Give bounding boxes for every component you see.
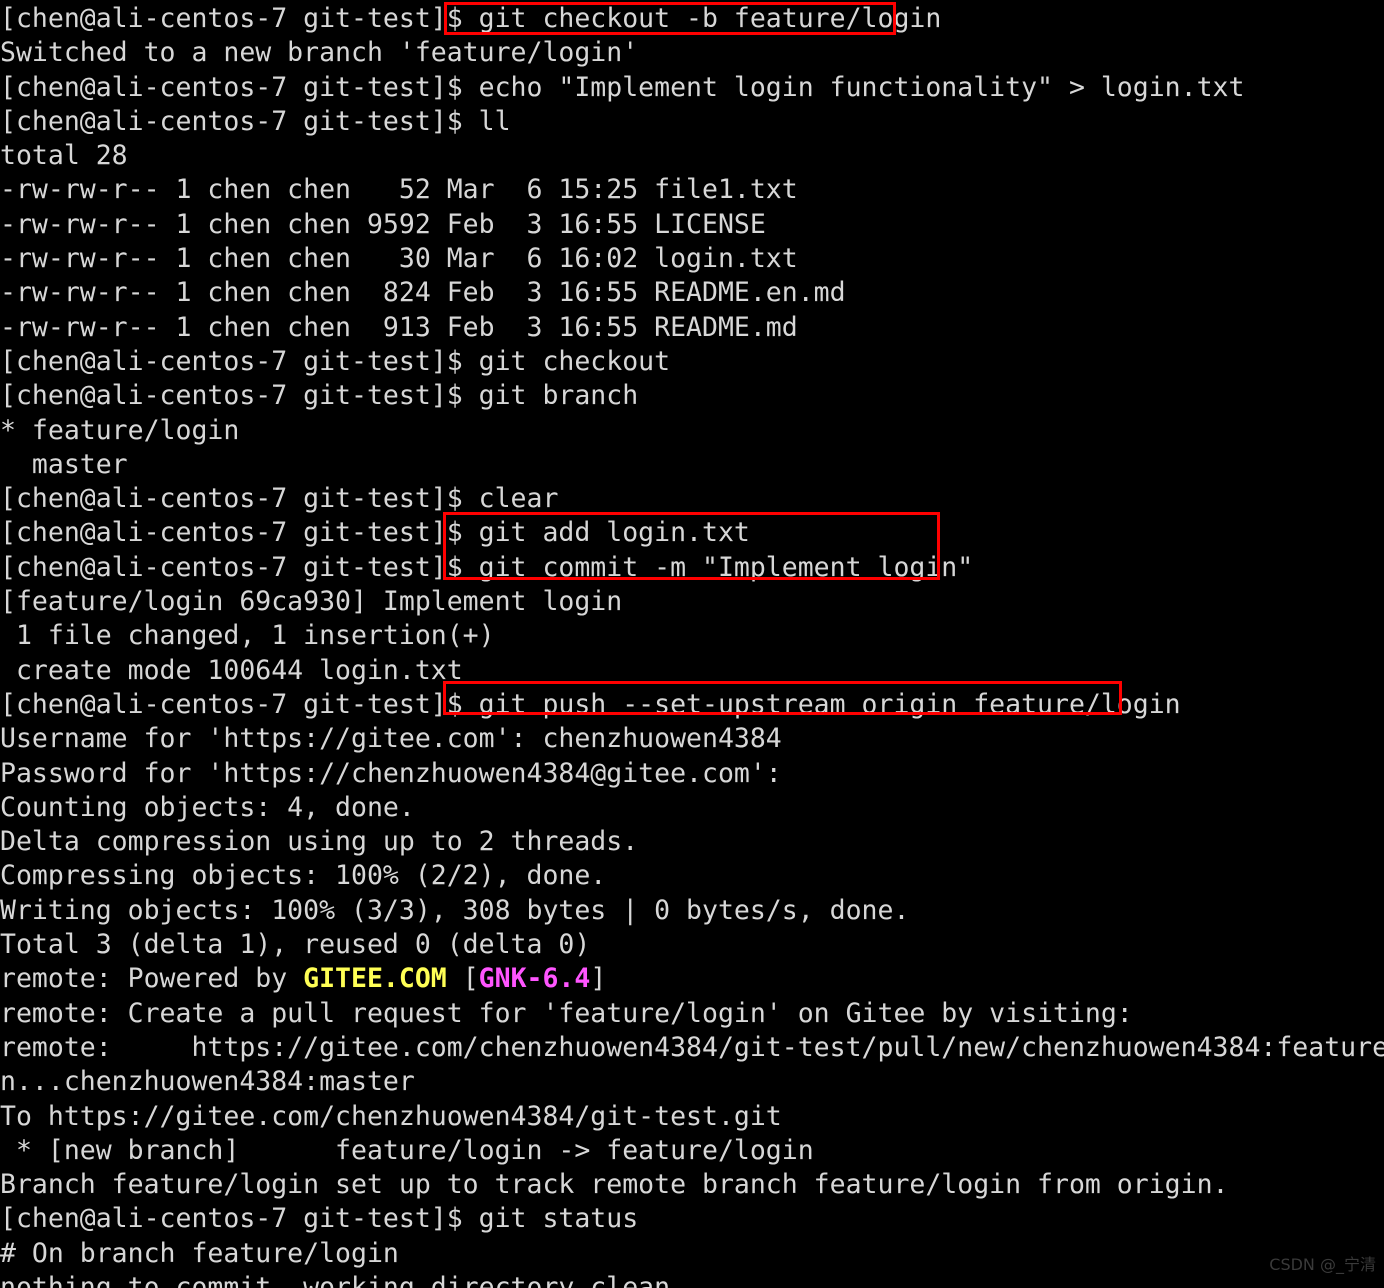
terminal-line: Username for 'https://gitee.com': chenzh… (0, 723, 782, 755)
terminal-line: [chen@ali-centos-7 git-test]$ clear (0, 483, 559, 515)
gitee-node-label: GNK-6.4 (478, 963, 591, 995)
terminal-line: [chen@ali-centos-7 git-test]$ ll (0, 105, 511, 137)
terminal-line: * feature/login (0, 414, 240, 446)
terminal-line: Branch feature/login set up to track rem… (0, 1169, 1229, 1201)
terminal-line: Compressing objects: 100% (2/2), done. (0, 860, 607, 892)
gitee-brand-label: GITEE.COM (303, 963, 447, 995)
terminal-line: [chen@ali-centos-7 git-test]$ git checko… (0, 345, 671, 377)
remote-powered-middle: [ (446, 963, 479, 995)
terminal-line: [feature/login 69ca930] Implement login (0, 586, 623, 618)
terminal-line: Switched to a new branch 'feature/login' (0, 37, 639, 69)
terminal-line: nothing to commit, working directory cle… (0, 1271, 671, 1288)
terminal-line: Counting objects: 4, done. (0, 791, 415, 823)
terminal-line: create mode 100644 login.txt (0, 654, 463, 686)
terminal-line: remote: Create a pull request for 'featu… (0, 997, 1133, 1029)
terminal-window[interactable]: [chen@ali-centos-7 git-test]$ git checko… (0, 0, 1384, 1288)
terminal-line: [chen@ali-centos-7 git-test]$ git status (0, 1203, 639, 1235)
terminal-line: [chen@ali-centos-7 git-test]$ git branch (0, 380, 639, 412)
terminal-line: master (0, 448, 128, 480)
terminal-line: [chen@ali-centos-7 git-test]$ git commit… (0, 551, 974, 583)
remote-powered-prefix: remote: Powered by (0, 963, 304, 995)
terminal-line: * [new branch] feature/login -> feature/… (0, 1134, 814, 1166)
terminal-line: -rw-rw-r-- 1 chen chen 52 Mar 6 15:25 fi… (0, 174, 798, 206)
terminal-screen: [chen@ali-centos-7 git-test]$ git checko… (0, 0, 1384, 1288)
terminal-line: -rw-rw-r-- 1 chen chen 9592 Feb 3 16:55 … (0, 208, 766, 240)
remote-powered-suffix: ] (590, 963, 607, 995)
terminal-line: total 28 (0, 140, 128, 172)
terminal-line: -rw-rw-r-- 1 chen chen 824 Feb 3 16:55 R… (0, 277, 846, 309)
terminal-line: Delta compression using up to 2 threads. (0, 826, 639, 858)
terminal-line: 1 file changed, 1 insertion(+) (0, 620, 495, 652)
terminal-line: Password for 'https://chenzhuowen4384@gi… (0, 757, 782, 789)
terminal-line: n...chenzhuowen4384:master (0, 1066, 415, 1098)
terminal-line: To https://gitee.com/chenzhuowen4384/git… (0, 1100, 782, 1132)
terminal-line: [chen@ali-centos-7 git-test]$ echo "Impl… (0, 71, 1245, 103)
terminal-line: [chen@ali-centos-7 git-test]$ git add lo… (0, 517, 750, 549)
terminal-line: -rw-rw-r-- 1 chen chen 913 Feb 3 16:55 R… (0, 311, 798, 343)
terminal-line: Writing objects: 100% (3/3), 308 bytes |… (0, 894, 910, 926)
terminal-line: Total 3 (delta 1), reused 0 (delta 0) (0, 929, 591, 961)
terminal-line: [chen@ali-centos-7 git-test]$ git checko… (0, 3, 942, 34)
csdn-watermark: CSDN @_宁清 (1269, 1254, 1376, 1274)
terminal-line: # On branch feature/login (0, 1237, 399, 1269)
terminal-line-remote-powered: remote: Powered by GITEE.COM [GNK-6.4] (0, 962, 1384, 996)
terminal-line: -rw-rw-r-- 1 chen chen 30 Mar 6 16:02 lo… (0, 243, 798, 275)
terminal-line: [chen@ali-centos-7 git-test]$ git push -… (0, 688, 1181, 720)
terminal-line: remote: https://gitee.com/chenzhuowen438… (0, 1031, 1384, 1063)
